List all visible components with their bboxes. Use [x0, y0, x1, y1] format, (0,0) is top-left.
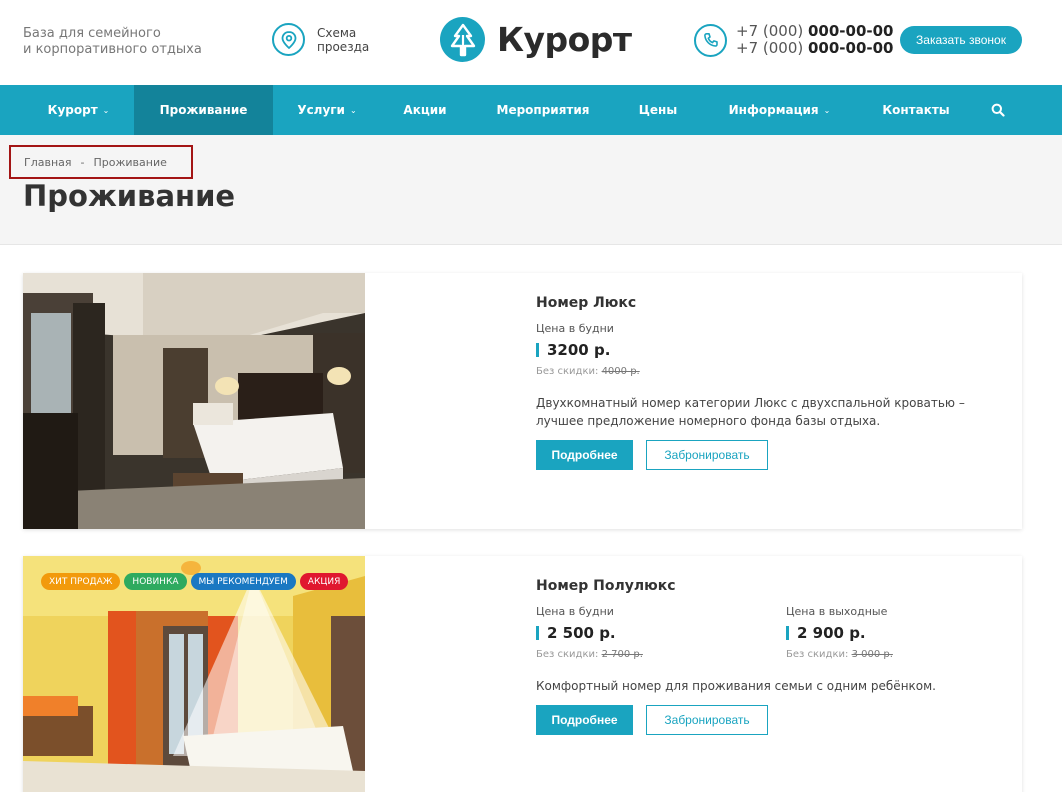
- site-logo[interactable]: Курорт: [440, 17, 632, 62]
- room-info: Номер Полулюкс Цена в будни 2 500 р. Без…: [536, 578, 996, 735]
- logo-text: Курорт: [497, 20, 632, 59]
- nav-item-prices[interactable]: Цены: [617, 85, 699, 135]
- book-button[interactable]: Забронировать: [646, 705, 768, 735]
- search-icon[interactable]: [980, 85, 1016, 135]
- room-photo-semiluxe[interactable]: ХИТ ПРОДАЖ НОВИНКА МЫ РЕКОМЕНДУЕМ АКЦИЯ: [23, 556, 365, 792]
- old-price: Без скидки: 3 000 р.: [786, 649, 893, 660]
- book-button[interactable]: Забронировать: [646, 440, 768, 470]
- weekday-price-block: Цена в будни 3200 р. Без скидки: 4000 р.: [536, 322, 756, 377]
- map-pin-icon: [272, 23, 305, 56]
- site-tagline: База для семейного и корпоративного отды…: [23, 26, 202, 58]
- room-description: Двухкомнатный номер категории Люкс с дву…: [536, 396, 965, 428]
- badge-sale: АКЦИЯ: [299, 573, 349, 590]
- price-row: 3200 р.: [536, 341, 756, 359]
- badge-new: НОВИНКА: [124, 573, 187, 590]
- details-button[interactable]: Подробнее: [536, 440, 633, 470]
- badge-recommended: МЫ РЕКОМЕНДУЕМ: [190, 573, 296, 590]
- breadcrumb-separator: -: [80, 155, 85, 169]
- price-row: 2 900 р.: [786, 624, 1006, 642]
- nav-item-services[interactable]: Услуги ⌄: [273, 85, 381, 135]
- room-badges: ХИТ ПРОДАЖ НОВИНКА МЫ РЕКОМЕНДУЕМ АКЦИЯ: [41, 573, 352, 590]
- price-value: 2 500 р.: [547, 624, 616, 642]
- price-label: Цена в выходные: [786, 605, 888, 618]
- price-row: 2 500 р.: [536, 624, 756, 642]
- nav-item-resort[interactable]: Курорт ⌄: [23, 85, 134, 135]
- room-photo-luxe[interactable]: [23, 273, 365, 529]
- request-call-button[interactable]: Заказать звонок: [900, 26, 1022, 54]
- room-card: ХИТ ПРОДАЖ НОВИНКА МЫ РЕКОМЕНДУЕМ АКЦИЯ …: [23, 556, 1022, 792]
- phone-link-2[interactable]: +7 (000) 000-00-00: [736, 40, 894, 57]
- room-name[interactable]: Номер Полулюкс: [536, 578, 996, 594]
- phone-numbers: +7 (000) 000-00-00 +7 (000) 000-00-00: [736, 23, 894, 57]
- page-title: Проживание: [23, 179, 236, 213]
- weekday-price-block: Цена в будни 2 500 р. Без скидки: 2 700 …: [536, 605, 756, 660]
- nav-item-accommodation[interactable]: Проживание: [134, 85, 273, 135]
- room-info: Номер Люкс Цена в будни 3200 р. Без скид…: [536, 295, 996, 470]
- tagline-line-1: База для семейного: [23, 26, 161, 41]
- price-accent-bar: [536, 626, 539, 640]
- phone-block: +7 (000) 000-00-00 +7 (000) 000-00-00: [694, 23, 894, 57]
- room-actions: Подробнее Забронировать: [536, 440, 768, 470]
- tagline-line-2: и корпоративного отдыха: [23, 42, 202, 57]
- price-accent-bar: [786, 626, 789, 640]
- nav-item-events[interactable]: Мероприятия: [469, 85, 617, 135]
- price-label: Цена в будни: [536, 322, 614, 335]
- details-button[interactable]: Подробнее: [536, 705, 633, 735]
- phone-icon: [694, 23, 727, 57]
- site-header: База для семейного и корпоративного отды…: [0, 0, 1062, 85]
- room-actions: Подробнее Забронировать: [536, 705, 768, 735]
- tree-logo-icon: [440, 17, 485, 62]
- breadcrumb-current: Проживание: [93, 155, 167, 169]
- breadcrumb: Главная - Проживание: [9, 145, 193, 179]
- chevron-down-icon: ⌄: [349, 105, 357, 115]
- price-value: 2 900 р.: [797, 624, 866, 642]
- chevron-down-icon: ⌄: [102, 105, 110, 115]
- page-title-band: Главная - Проживание Проживание: [0, 135, 1062, 245]
- price-accent-bar: [536, 343, 539, 357]
- room-description: Комфортный номер для проживания семьи с …: [536, 679, 936, 693]
- breadcrumb-home-link[interactable]: Главная: [24, 156, 72, 169]
- phone-link-1[interactable]: +7 (000) 000-00-00: [736, 23, 894, 40]
- room-card: Номер Люкс Цена в будни 3200 р. Без скид…: [23, 273, 1022, 529]
- old-price: Без скидки: 2 700 р.: [536, 649, 643, 660]
- price-value: 3200 р.: [547, 341, 611, 359]
- nav-item-information[interactable]: Информация ⌄: [699, 85, 860, 135]
- nav-item-promotions[interactable]: Акции: [381, 85, 469, 135]
- old-price: Без скидки: 4000 р.: [536, 366, 640, 377]
- chevron-down-icon: ⌄: [823, 105, 831, 115]
- nav-item-contacts[interactable]: Контакты: [860, 85, 972, 135]
- badge-bestseller: ХИТ ПРОДАЖ: [41, 573, 121, 590]
- weekend-price-block: Цена в выходные 2 900 р. Без скидки: 3 0…: [786, 605, 1006, 660]
- route-map-link[interactable]: Схема проезда: [272, 23, 369, 56]
- room-name[interactable]: Номер Люкс: [536, 295, 996, 311]
- route-label: Схема проезда: [317, 25, 370, 54]
- main-nav: Курорт ⌄ Проживание Услуги ⌄ Акции Меропри…: [0, 85, 1062, 135]
- price-label: Цена в будни: [536, 605, 614, 618]
